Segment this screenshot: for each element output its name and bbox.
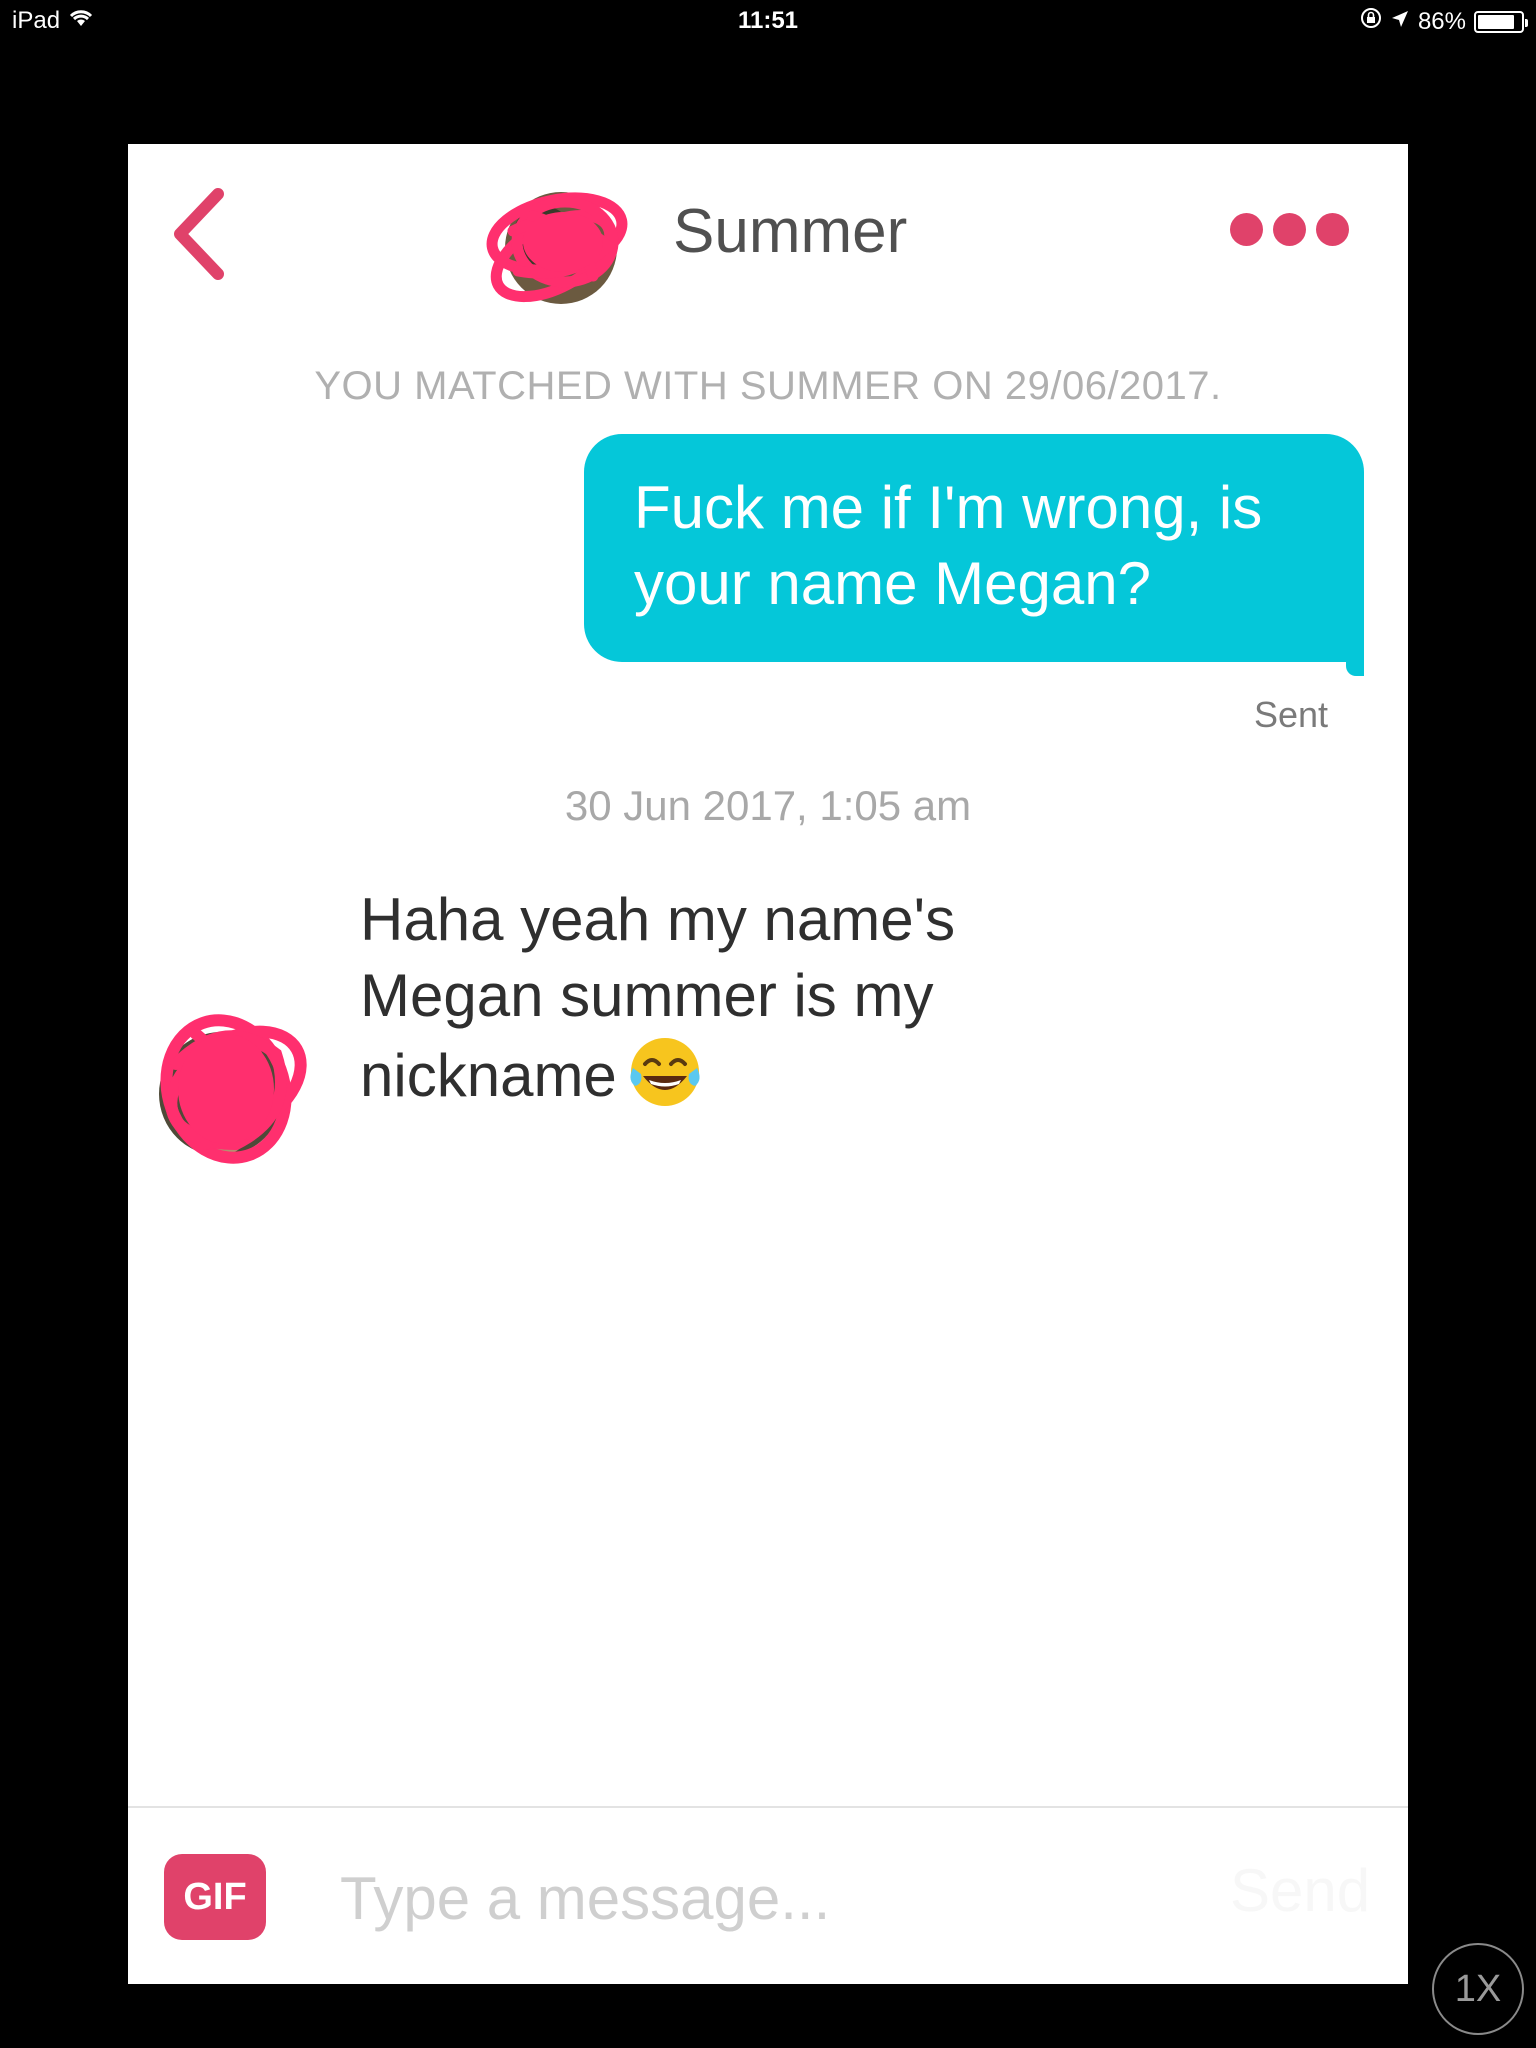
contact-avatar[interactable] [473,176,633,306]
chevron-left-icon [174,188,224,280]
sent-status: Sent [1253,694,1328,735]
more-dot [1230,212,1263,246]
status-bar: iPad 11:51 86% [0,0,1536,40]
chat-screen: Summer YOU MATCHED WITH SUMMER ON 29/06/… [128,144,1408,1984]
battery-icon [1474,10,1528,33]
more-options-button[interactable] [1230,204,1350,254]
more-dot [1316,212,1349,246]
location-arrow-icon [1390,8,1410,36]
chat-header: Summer [128,144,1408,324]
sender-avatar[interactable] [146,994,316,1169]
status-time: 11:51 [737,7,799,34]
composer-divider [128,1806,1408,1808]
battery-level [1478,14,1515,29]
send-button[interactable]: Send [1230,1856,1370,1925]
incoming-message[interactable]: Haha yeah my name's Megan summer is my n… [360,882,1120,1114]
outgoing-message-bubble[interactable]: Fuck me if I'm wrong, is your name Megan… [584,434,1364,676]
message-timestamp: 30 Jun 2017, 1:05 am [564,782,972,829]
more-dot [1273,212,1306,246]
contact-name[interactable]: Summer [673,196,907,267]
battery-percent: 86% [1417,7,1466,35]
outgoing-message-text: Fuck me if I'm wrong, is your name Megan… [634,474,1263,617]
rotation-lock-icon [1360,7,1382,36]
back-button[interactable] [166,184,236,284]
playback-speed-button[interactable]: 1X [1432,1943,1524,2035]
status-right: 86% [1360,7,1528,36]
gif-button[interactable]: GIF [164,1854,266,1940]
match-notice: YOU MATCHED WITH SUMMER ON 29/06/2017. [314,364,1222,408]
face-with-tears-of-joy-icon [625,1034,705,1110]
message-input[interactable] [340,1856,1240,1940]
